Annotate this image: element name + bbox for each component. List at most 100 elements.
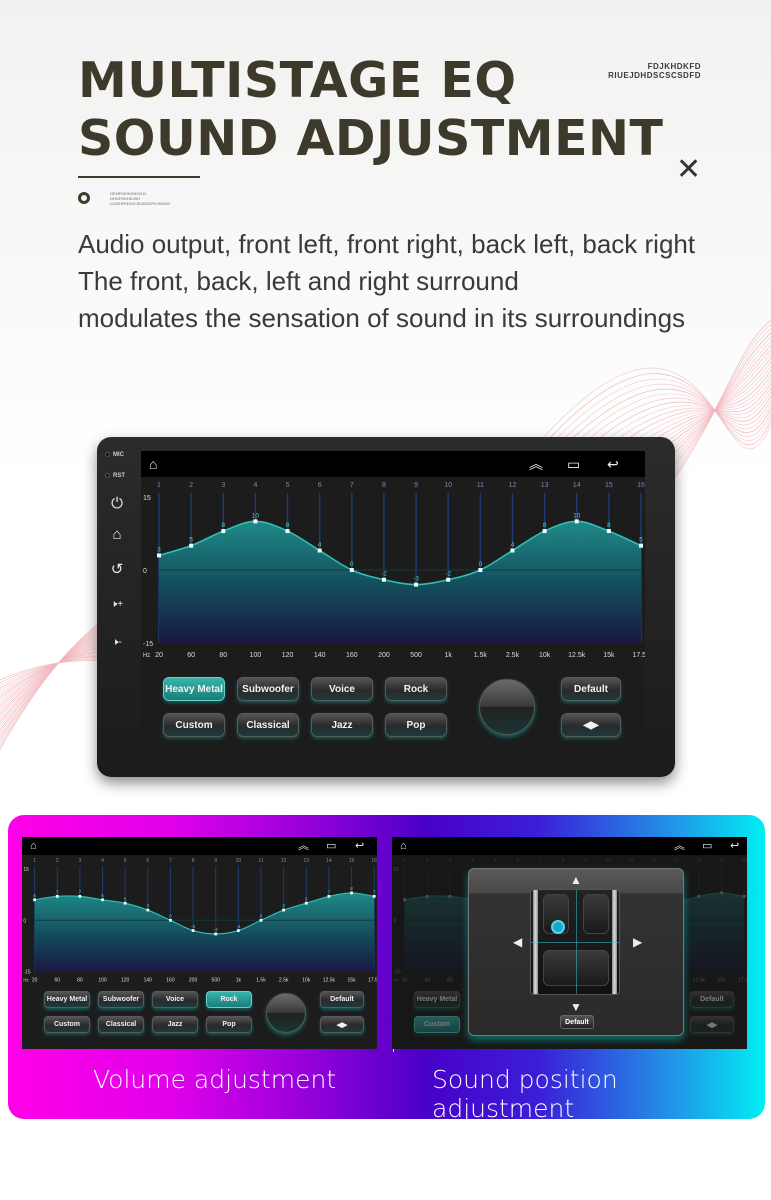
band-handle [169,918,172,922]
band-value-label: 4 [511,542,515,549]
y-tick-label: 0 [143,568,147,575]
close-icon[interactable]: ✕ [676,155,701,185]
rst-text: RST [113,473,125,480]
band-value-label: 7 [373,890,376,895]
nav-home-icon[interactable]: ⌂ [400,839,407,853]
band-number: 8 [192,858,195,864]
description-line-1: Audio output, front left, front right, b… [78,229,696,259]
volume-down-icon[interactable]: 🕨- [107,633,127,653]
band-handle [317,548,322,553]
x-tick-label: 2.5k [506,652,520,659]
band-value-label: 7 [328,890,331,895]
band-handle [510,548,515,553]
page-title: MULTISTAGE EQ SOUND ADJUSTMENT [78,52,663,168]
band-value-label: 6 [33,893,36,898]
nav-up-icon[interactable]: ︽ [674,839,685,853]
recent-apps-icon[interactable]: ▭ [702,839,712,853]
band-number: 7 [169,858,172,864]
nav-up-icon[interactable]: ︽ [298,839,309,853]
popup-default-button[interactable]: Default [560,1015,594,1029]
x-tick-label: 15k [348,977,357,983]
band-number: 5 [124,858,127,864]
preset-rock[interactable]: Rock [385,677,447,701]
preset-pop[interactable]: Pop [206,1016,252,1033]
preset-jazz[interactable]: Jazz [152,1016,198,1033]
arrow-right-icon[interactable]: ▶ [633,936,642,948]
volume-up-icon[interactable]: 🕨+ [107,595,127,615]
speaker-balance-button[interactable]: ◀▶ [320,1016,364,1033]
recent-apps-icon[interactable]: ▭ [567,455,580,473]
band-handle [146,908,150,912]
position-crosshair-horizontal [531,942,619,943]
band-value-label: 8 [607,522,611,529]
preset-voice[interactable]: Voice [311,677,373,701]
preset-classical[interactable]: Classical [237,713,299,737]
preset-classical[interactable]: Classical [98,1016,144,1033]
nav-back-icon[interactable]: ↩ [730,839,739,853]
band-number: 10 [444,482,452,489]
nav-home-icon[interactable]: ⌂ [149,455,157,473]
band-value-label: 10 [573,512,581,519]
speaker-balance-button[interactable]: ◀▶ [561,713,621,737]
home-icon[interactable]: ⌂ [107,525,127,545]
arrow-down-icon[interactable]: ▼ [570,1001,582,1013]
eq-chart[interactable]: 120260380410051206140716082009500101k111… [141,477,645,665]
y-tick-label: 15 [143,495,151,502]
x-tick-label: 200 [378,652,390,659]
band-number: 6 [146,858,149,864]
band-handle [350,891,353,895]
preset-pop[interactable]: Pop [385,713,447,737]
title-line-1: MULTISTAGE EQ [78,52,517,109]
band-handle [157,553,161,558]
nav-back-icon[interactable]: ↩ [355,839,364,853]
sound-position-marker[interactable] [551,920,565,934]
band-value-label: -2 [381,571,387,578]
position-crosshair-vertical [576,890,577,994]
car-interior-map[interactable] [530,889,620,995]
arrow-up-icon[interactable]: ▲ [570,874,582,886]
recent-apps-icon[interactable]: ▭ [326,839,336,853]
band-value-label: 10 [252,512,260,519]
ring-caption: GEHFDKSHDKGLD DHGFDKHDJSH CUGHFKDHGJDJHG… [110,191,170,206]
eq-chart-small[interactable]: 120260380410051206140716082009500101k111… [22,855,377,987]
band-handle [372,894,376,898]
band-value-label: 5 [639,537,643,544]
preset-custom[interactable]: Custom [44,1016,90,1033]
default-button[interactable]: Default [320,991,364,1008]
default-button[interactable]: Default [561,677,621,701]
preset-subwoofer[interactable]: Subwoofer [98,991,144,1008]
band-handle [101,898,104,902]
preset-custom[interactable]: Custom [163,713,225,737]
power-icon[interactable]: ⏻ [107,494,127,514]
x-tick-label: 160 [166,977,175,983]
x-tick-label: 80 [77,977,83,983]
description: Audio output, front left, front right, b… [78,226,695,337]
head-unit: MIC RST ⏻ ⌂ ↺ 🕨+ 🕨- ⌂ ︽ ▭ ↩ 1 20 2 60 3 80 4 10… [97,437,675,777]
nav-home-icon[interactable]: ⌂ [30,839,37,853]
band-number: 14 [326,858,332,864]
preset-heavy-metal[interactable]: Heavy Metal [44,991,90,1008]
reset-hole-icon [105,473,110,478]
rst-label[interactable]: RST [105,473,125,479]
volume-knob[interactable] [479,679,535,735]
band-number: 15 [349,858,355,864]
status-bar: ⌂ ︽ ▭ ↩ [141,451,645,477]
band-handle [639,543,643,548]
band-handle [606,529,611,534]
preset-jazz[interactable]: Jazz [311,713,373,737]
band-handle [123,901,127,905]
x-tick-label: 100 [250,652,262,659]
arrow-left-icon[interactable]: ◀ [513,936,522,948]
volume-panel: ⌂ ︽ ▭ ↩ 1 20 2 60 3 80 4 100 5 120 6 140 7 160 8 200 9 50… [22,837,377,1049]
preset-voice[interactable]: Voice [152,991,198,1008]
x-tick-label: 200 [189,977,198,983]
nav-up-icon[interactable]: ︽ [529,455,543,473]
preset-subwoofer[interactable]: Subwoofer [237,677,299,701]
band-value-label: 0 [169,914,172,919]
back-icon[interactable]: ↺ [107,560,127,580]
nav-back-icon[interactable]: ↩ [607,455,619,473]
preset-rock[interactable]: Rock [206,991,252,1008]
preset-heavy-metal[interactable]: Heavy Metal [163,677,225,701]
volume-knob[interactable] [266,993,306,1033]
band-value-label: 8 [286,522,290,529]
